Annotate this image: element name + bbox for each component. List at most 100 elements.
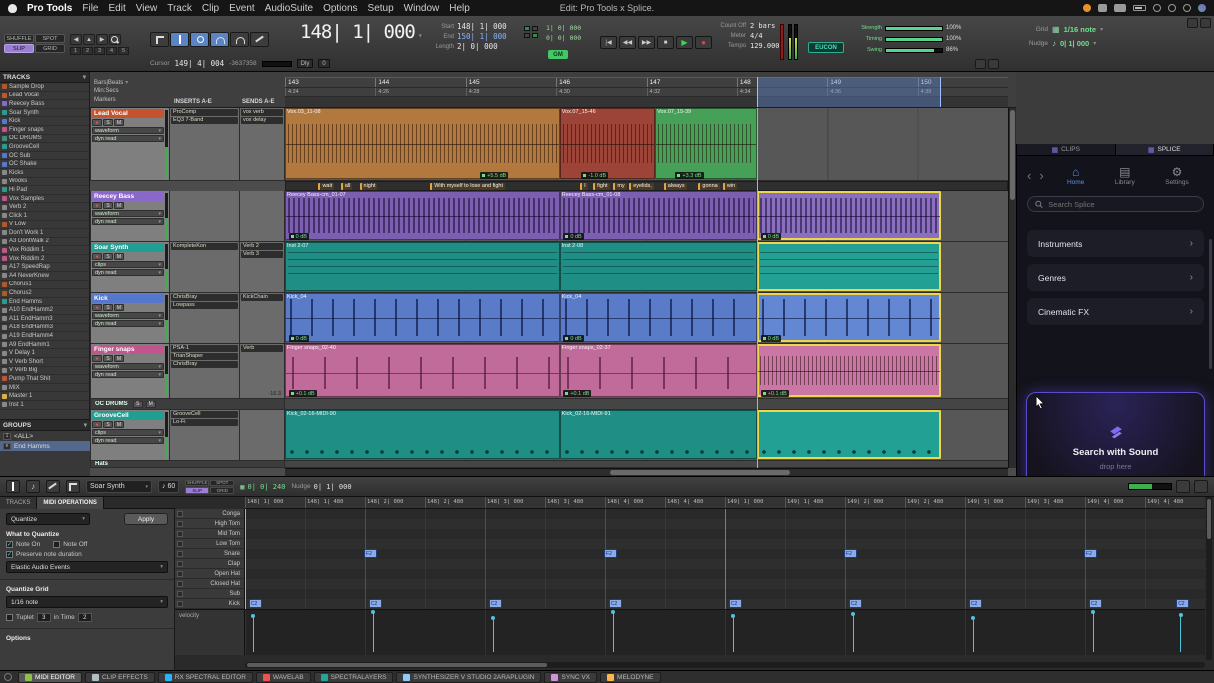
- solo-button[interactable]: S: [103, 119, 113, 126]
- scrubber-tool-button[interactable]: [230, 32, 249, 47]
- tuplet-numerator-field[interactable]: 3: [37, 613, 51, 622]
- battery-icon[interactable]: [1133, 5, 1146, 11]
- lyric-marker[interactable]: fight: [593, 183, 609, 190]
- tracks-list-item[interactable]: Pump That Shit: [0, 375, 89, 384]
- insert-slot[interactable]: ProComp: [171, 109, 238, 116]
- audio-clip[interactable]: Finger snaps_02-37: [560, 344, 757, 397]
- tracks-list-item[interactable]: End Hamms: [0, 298, 89, 307]
- drum-lane-row[interactable]: High Tom: [175, 519, 244, 529]
- keyboard-view-icon[interactable]: [6, 480, 20, 493]
- record-button[interactable]: ●: [695, 36, 712, 49]
- audio-clip[interactable]: [757, 344, 941, 397]
- control-center-icon[interactable]: [1183, 4, 1191, 12]
- insert-slot[interactable]: EQ3 7-Band: [171, 117, 238, 124]
- midi-note[interactable]: C2: [369, 599, 382, 608]
- edit-mode-button[interactable]: GRID: [35, 44, 65, 53]
- delay-compensation-value[interactable]: 0: [318, 59, 329, 68]
- midi-clip[interactable]: [757, 242, 941, 291]
- drum-lane-button[interactable]: [177, 551, 183, 557]
- insert-slot[interactable]: Lo-Fi: [171, 419, 238, 426]
- groups-header[interactable]: GROUPS ▾: [0, 420, 90, 431]
- scrollbar-thumb[interactable]: [610, 470, 790, 475]
- edit-vertical-scrollbar[interactable]: [1008, 108, 1016, 468]
- mute-button[interactable]: M: [114, 355, 124, 362]
- solo-button[interactable]: S: [103, 355, 113, 362]
- midi-clip[interactable]: Kick_02-16-MIDI-90: [285, 410, 560, 459]
- edit-mode-button[interactable]: SHUFFLE: [4, 34, 34, 43]
- track-view-selector[interactable]: waveform▾: [92, 312, 164, 319]
- audio-clip[interactable]: Reecey Bass-cm_01-08: [560, 191, 757, 240]
- menubar-item[interactable]: Help: [449, 3, 470, 14]
- tuplet-checkbox[interactable]: [6, 614, 13, 621]
- drum-lane-row[interactable]: Mid Tom: [175, 529, 244, 539]
- record-enable-button[interactable]: ●: [92, 202, 102, 209]
- automation-mode-selector[interactable]: dyn read▾: [92, 320, 164, 327]
- tracks-list-item[interactable]: A11 EndHamm3: [0, 315, 89, 324]
- tracks-list-item[interactable]: V Verb Short: [0, 358, 89, 367]
- midi-note[interactable]: C2: [969, 599, 982, 608]
- midi-note[interactable]: C2: [849, 599, 862, 608]
- midi-note[interactable]: C2: [1089, 599, 1102, 608]
- velocity-stem[interactable]: [853, 614, 854, 652]
- panel-tab[interactable]: ▦ CLIPS: [1017, 144, 1116, 155]
- link-timeline-edit-icon[interactable]: [975, 59, 986, 69]
- nav-back-icon[interactable]: ‹: [1027, 171, 1031, 181]
- tracks-list-item[interactable]: Lead Vocal: [0, 92, 89, 101]
- tracks-list-item[interactable]: A9 EndHamm1: [0, 341, 89, 350]
- preserve-duration-checkbox[interactable]: ✓: [6, 551, 13, 558]
- drum-lane-row[interactable]: Open Hat: [175, 569, 244, 579]
- audio-clip[interactable]: Vox.03_11-08: [285, 108, 560, 179]
- drum-lane-row[interactable]: Sub: [175, 589, 244, 599]
- bottom-window-tab[interactable]: SYNC VX: [544, 672, 597, 683]
- post-roll-field[interactable]: 0| 0| 000: [546, 34, 581, 42]
- audio-clip[interactable]: Kick_04: [560, 293, 757, 342]
- track-name[interactable]: Reecey Bass: [92, 192, 164, 201]
- keyboard-icon[interactable]: [1114, 4, 1126, 12]
- lyric-marker[interactable]: always: [664, 183, 687, 190]
- send-slot[interactable]: Verb 3: [241, 251, 283, 258]
- mute-button[interactable]: M: [114, 304, 124, 311]
- midi-vertical-scrollbar[interactable]: [1206, 497, 1212, 660]
- tracks-list-item[interactable]: Master 1: [0, 392, 89, 401]
- midi-note[interactable]: C2: [249, 599, 262, 608]
- lyric-marker[interactable]: night: [360, 183, 378, 190]
- solo-button[interactable]: S: [103, 202, 113, 209]
- automation-mode-selector[interactable]: dyn read▾: [92, 371, 164, 378]
- track-header[interactable]: Lead Vocal ● S M waveform▾ dyn read▾: [90, 108, 170, 181]
- automation-mode-selector[interactable]: dyn read▾: [92, 269, 164, 276]
- mute-button[interactable]: M: [114, 202, 124, 209]
- menubar-item[interactable]: Clip: [202, 3, 219, 14]
- note-on-checkbox[interactable]: ✓: [6, 541, 13, 548]
- tracks-list-item[interactable]: A3 DontWalk 2: [0, 238, 89, 247]
- timing-slider[interactable]: [885, 37, 943, 42]
- midi-clip[interactable]: Inst 2-07: [285, 242, 560, 291]
- tuplet-denominator-field[interactable]: 2: [78, 613, 92, 622]
- audio-clip[interactable]: [757, 293, 941, 342]
- velocity-stem[interactable]: [613, 612, 614, 652]
- track-lane[interactable]: Vox.03_11-08 Vox.07_15-46 Vox.07_15-39 +…: [285, 108, 1008, 181]
- tracks-list-item[interactable]: A10 EndHamm2: [0, 306, 89, 315]
- midi-clip[interactable]: [757, 410, 941, 459]
- automation-mode-selector[interactable]: dyn read▾: [92, 135, 164, 142]
- bottom-window-tab[interactable]: SPECTRALAYERS: [314, 672, 394, 683]
- menubar-item[interactable]: Setup: [368, 3, 394, 14]
- end-field[interactable]: 150| 1| 000: [457, 32, 507, 41]
- main-counter-value[interactable]: 148| 1| 000: [300, 21, 415, 43]
- track-name[interactable]: GrooveCell: [92, 411, 164, 420]
- track-lane[interactable]: Finger snaps_02-40 Finger snaps_02-37 +0…: [285, 344, 1008, 399]
- zoom-out-icon[interactable]: ◀: [70, 34, 82, 45]
- playhead[interactable]: [757, 108, 758, 468]
- tracks-list-item[interactable]: MIX: [0, 384, 89, 393]
- splice-category-row[interactable]: Instruments ›: [1027, 230, 1204, 257]
- audio-clip[interactable]: Vox.07_15-39: [655, 108, 757, 179]
- track-lane[interactable]: Kick_04 Kick_04 0 dB0 dB0 dB: [285, 293, 1008, 344]
- splice-nav-item[interactable]: ⚙ Settings: [1165, 166, 1189, 186]
- track-header[interactable]: OC DRUMS S M: [90, 399, 285, 410]
- splice-scrollbar[interactable]: [1209, 239, 1212, 369]
- record-enable-button[interactable]: ●: [92, 421, 102, 428]
- track-name[interactable]: Soar Synth: [92, 243, 164, 252]
- midi-panel-tab[interactable]: MIDI OPERATIONS: [37, 497, 104, 509]
- tempo-value[interactable]: 129.0000: [750, 42, 784, 50]
- tracks-list-item[interactable]: V Low: [0, 221, 89, 230]
- drum-lane-row[interactable]: Snare: [175, 549, 244, 559]
